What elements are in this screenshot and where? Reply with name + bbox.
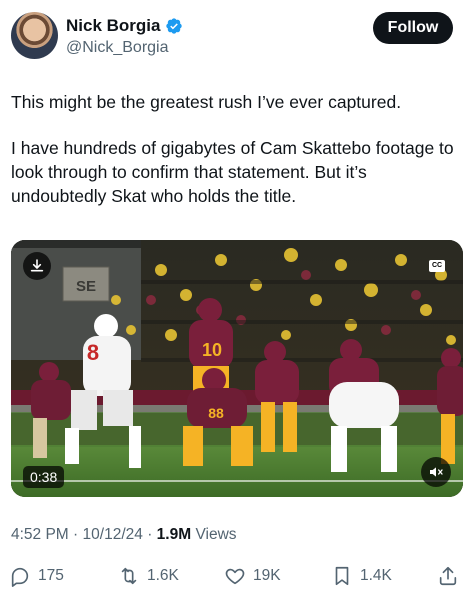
meta-separator: · <box>147 526 153 543</box>
views-count: 1.9M <box>156 526 192 543</box>
retweet-button[interactable]: 1.6K <box>118 562 179 590</box>
meta-separator: · <box>73 526 79 543</box>
download-button[interactable] <box>23 252 51 280</box>
share-icon <box>439 566 457 586</box>
captions-button[interactable]: CC <box>429 260 445 272</box>
bookmark-count: 1.4K <box>360 567 392 584</box>
verified-badge-icon <box>166 18 183 34</box>
download-icon <box>30 259 44 272</box>
retweet-count: 1.6K <box>147 567 179 584</box>
tweet-paragraph: This might be the greatest rush I’ve eve… <box>11 92 402 112</box>
scoreboard-text: SE <box>76 278 96 295</box>
follow-button[interactable]: Follow <box>373 12 453 44</box>
share-button[interactable] <box>437 562 459 590</box>
avatar[interactable] <box>11 12 58 59</box>
mute-button[interactable] <box>421 457 451 487</box>
retweet-icon <box>121 567 137 585</box>
jersey-number: 10 <box>202 340 222 360</box>
jersey-number: 8 <box>87 340 99 365</box>
jersey-number: 88 <box>208 405 224 421</box>
tweet-paragraph: I have hundreds of gigabytes of Cam Skat… <box>11 138 454 206</box>
tweet-header: Nick Borgia @Nick_Borgia Follow <box>0 0 473 70</box>
tweet-meta: 4:52 PM · 10/12/24 · 1.9M Views <box>11 526 237 544</box>
video-player[interactable]: SE 8 10 88 CC 0:38 <box>11 240 463 497</box>
author-name[interactable]: Nick Borgia <box>66 16 160 36</box>
reply-button[interactable]: 175 <box>9 562 64 590</box>
video-frame: SE 8 10 88 <box>11 240 463 497</box>
bookmark-button[interactable]: 1.4K <box>331 562 392 590</box>
like-count: 19K <box>253 567 281 584</box>
volume-muted-icon <box>430 467 443 477</box>
action-bar: 175 1.6K 19K 1.4K <box>0 562 473 590</box>
tweet-text: This might be the greatest rush I’ve eve… <box>11 90 463 230</box>
tweet-time[interactable]: 4:52 PM <box>11 526 69 543</box>
video-duration: 0:38 <box>23 466 65 488</box>
views-label: Views <box>195 526 237 543</box>
tweet-date[interactable]: 10/12/24 <box>83 526 143 543</box>
like-icon <box>225 568 245 585</box>
author-name-row: Nick Borgia <box>66 16 183 36</box>
reply-count: 175 <box>38 567 64 584</box>
bookmark-icon <box>335 566 349 586</box>
like-button[interactable]: 19K <box>224 562 281 590</box>
reply-icon <box>11 567 29 587</box>
author-handle[interactable]: @Nick_Borgia <box>66 39 169 57</box>
